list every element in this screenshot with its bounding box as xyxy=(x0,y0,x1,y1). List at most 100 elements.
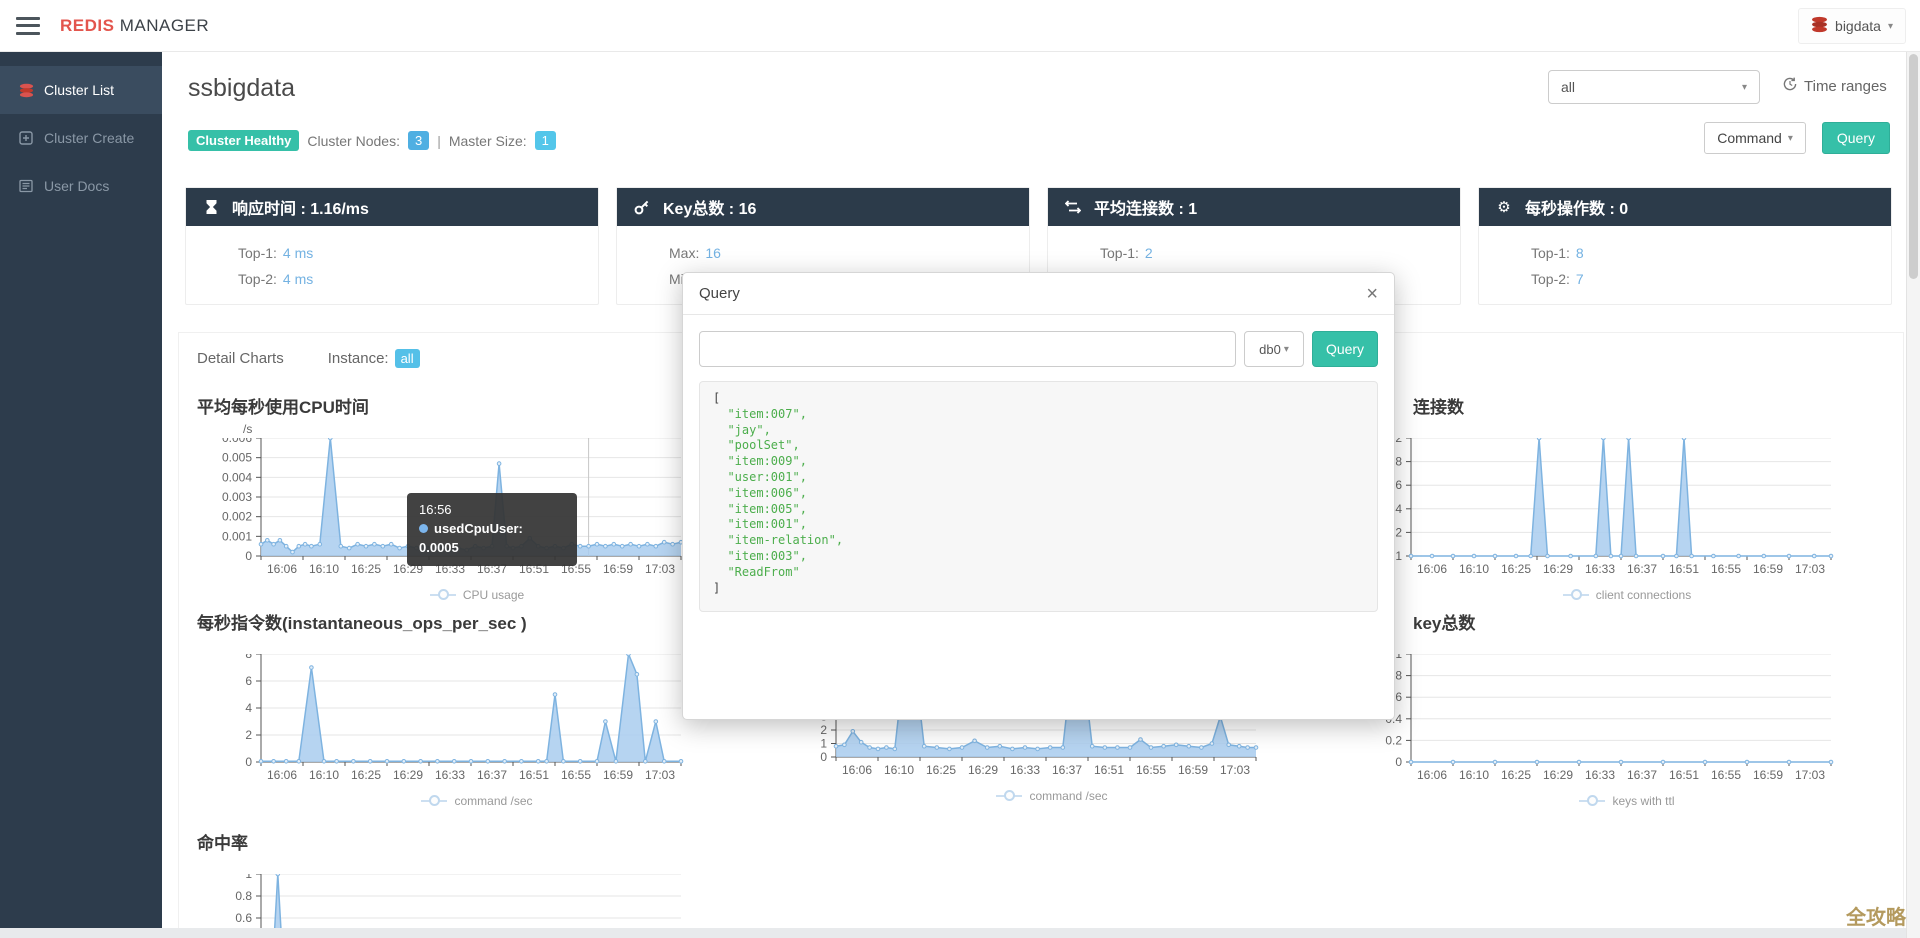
svg-text:1: 1 xyxy=(1395,654,1402,661)
svg-text:16:25: 16:25 xyxy=(351,562,381,576)
stat-label: Top-1: xyxy=(1100,245,1139,261)
chart-legend[interactable]: CPU usage xyxy=(197,588,693,602)
sidebar-item-cluster-list[interactable]: Cluster List xyxy=(0,66,162,114)
command-label: Command xyxy=(1717,130,1782,146)
chart-connections: 连接数 11.21.41.61.8216:0616:1016:2516:2916… xyxy=(1329,393,1904,609)
docs-icon xyxy=(18,178,34,194)
svg-text:16:29: 16:29 xyxy=(393,768,423,782)
chart-title: key总数 xyxy=(1413,614,1476,633)
query-result: [ "item:007", "jay", "poolSet", "item:00… xyxy=(699,381,1378,612)
chevron-down-icon: ▾ xyxy=(1887,20,1893,32)
chart-legend[interactable]: keys with ttl xyxy=(1347,794,1843,808)
close-icon[interactable]: × xyxy=(1366,284,1378,304)
svg-text:16:59: 16:59 xyxy=(1753,768,1783,782)
user-name: bigdata xyxy=(1835,18,1881,34)
page-footer xyxy=(0,928,1920,938)
svg-text:0.2: 0.2 xyxy=(1385,733,1402,747)
stat-card-title: Key总数 : 16 xyxy=(663,201,757,218)
stat-value: 2 xyxy=(1144,245,1153,261)
svg-text:17:03: 17:03 xyxy=(645,768,675,782)
keys-with-ttl-plot: 00.20.40.60.8116:0616:1016:2516:2916:331… xyxy=(1347,647,1904,793)
svg-text:16:29: 16:29 xyxy=(1543,768,1573,782)
instance-select[interactable]: all ▾ xyxy=(1548,70,1760,104)
query-input[interactable] xyxy=(699,331,1236,367)
svg-text:16:10: 16:10 xyxy=(309,562,339,576)
chart-legend[interactable]: client connections xyxy=(1347,588,1843,602)
svg-text:4: 4 xyxy=(245,701,252,715)
tooltip-value: 0.0005 xyxy=(419,540,459,555)
chart-legend[interactable]: command /sec xyxy=(772,789,1268,803)
svg-text:0: 0 xyxy=(820,750,827,764)
modal-title: Query xyxy=(699,285,740,302)
ops-per-sec-plot: 0 2 4 6 8 16:06 16:10 16:25 16:29 16:33 16:37 16:51… xyxy=(197,647,754,793)
key-icon xyxy=(633,198,651,216)
chart-ops-per-sec: 每秒指令数(instantaneous_ops_per_sec ) 0 2 4 6 8 1… xyxy=(179,609,754,825)
svg-text:16:59: 16:59 xyxy=(603,768,633,782)
query-button[interactable]: Query xyxy=(1821,122,1890,154)
stat-label: Top-2: xyxy=(1531,271,1570,287)
clock-refresh-icon xyxy=(1782,76,1798,96)
svg-text:16:10: 16:10 xyxy=(884,763,914,777)
stat-card-title: 响应时间 : 1.16/ms xyxy=(232,201,369,218)
svg-text:16:59: 16:59 xyxy=(603,562,633,576)
svg-text:16:10: 16:10 xyxy=(1459,562,1489,576)
legend-marker-icon xyxy=(1579,795,1606,806)
svg-text:16:06: 16:06 xyxy=(1417,562,1447,576)
brand-redis: REDIS xyxy=(60,15,115,35)
stat-value: 4 ms xyxy=(282,271,314,287)
svg-text:16:51: 16:51 xyxy=(1094,763,1124,777)
db-select-value: db0 xyxy=(1259,341,1281,357)
command-dropdown-button[interactable]: Command ▾ xyxy=(1704,122,1806,154)
tooltip-series: usedCpuUser: xyxy=(434,521,523,536)
gear-icon: ⚙ xyxy=(1497,199,1511,216)
svg-text:0: 0 xyxy=(1395,755,1402,769)
svg-text:16:51: 16:51 xyxy=(1669,768,1699,782)
stat-card-ops-per-sec: ⚙ 每秒操作数 : 0 Top-1: 8 Top-2: 7 xyxy=(1478,187,1892,305)
chart-title: 连接数 xyxy=(1413,398,1464,417)
stat-label: Top-1: xyxy=(238,245,277,261)
svg-text:16:10: 16:10 xyxy=(309,768,339,782)
svg-text:16:29: 16:29 xyxy=(968,763,998,777)
detail-charts-label: Detail Charts xyxy=(197,350,284,367)
menu-toggle-icon[interactable] xyxy=(16,16,40,35)
watermark-text: 全攻略 xyxy=(1846,907,1906,929)
stat-value: 16 xyxy=(705,245,721,261)
instance-all-badge[interactable]: all xyxy=(394,349,420,368)
svg-text:0.006: 0.006 xyxy=(222,438,252,445)
cluster-nodes-label: Cluster Nodes: xyxy=(307,132,400,149)
legend-marker-icon xyxy=(421,795,448,806)
sidebar-item-user-docs[interactable]: User Docs xyxy=(0,162,162,210)
svg-text:16:33: 16:33 xyxy=(435,768,465,782)
stat-value: 7 xyxy=(1575,271,1584,287)
svg-text:16:37: 16:37 xyxy=(1627,562,1657,576)
svg-text:16:10: 16:10 xyxy=(1459,768,1489,782)
chart-title: 平均每秒使用CPU时间 xyxy=(197,398,369,417)
stat-card-title: 平均连接数 : 1 xyxy=(1094,201,1198,218)
chart-legend[interactable]: command /sec xyxy=(197,794,693,808)
scrollbar-thumb[interactable] xyxy=(1909,54,1918,279)
svg-text:16:37: 16:37 xyxy=(1627,768,1657,782)
page-scrollbar[interactable] xyxy=(1906,52,1920,938)
time-ranges-label: Time ranges xyxy=(1804,77,1887,95)
modal-query-button[interactable]: Query xyxy=(1312,331,1378,367)
sidebar-item-cluster-create[interactable]: Cluster Create xyxy=(0,114,162,162)
stat-label: Top-2: xyxy=(238,271,277,287)
svg-text:0.6: 0.6 xyxy=(235,911,252,925)
stat-label: Top-1: xyxy=(1531,245,1570,261)
svg-text:1: 1 xyxy=(245,874,252,881)
svg-text:1: 1 xyxy=(1395,549,1402,563)
stat-card-title: 每秒操作数 : 0 xyxy=(1525,201,1629,218)
db-select-button[interactable]: db0 ▾ xyxy=(1244,331,1304,367)
plus-icon xyxy=(18,130,34,146)
svg-text:16:33: 16:33 xyxy=(1010,763,1040,777)
separator: | xyxy=(437,132,441,149)
svg-text:16:25: 16:25 xyxy=(1501,562,1531,576)
svg-text:0.8: 0.8 xyxy=(235,889,252,903)
svg-text:16:55: 16:55 xyxy=(1711,768,1741,782)
hourglass-icon xyxy=(202,198,220,216)
time-ranges-button[interactable]: Time ranges xyxy=(1782,76,1887,96)
user-menu-button[interactable]: bigdata ▾ xyxy=(1798,8,1906,44)
svg-text:16:55: 16:55 xyxy=(1711,562,1741,576)
svg-text:16:59: 16:59 xyxy=(1178,763,1208,777)
cluster-status-row: Cluster Healthy Cluster Nodes: 3 | Maste… xyxy=(188,130,556,151)
